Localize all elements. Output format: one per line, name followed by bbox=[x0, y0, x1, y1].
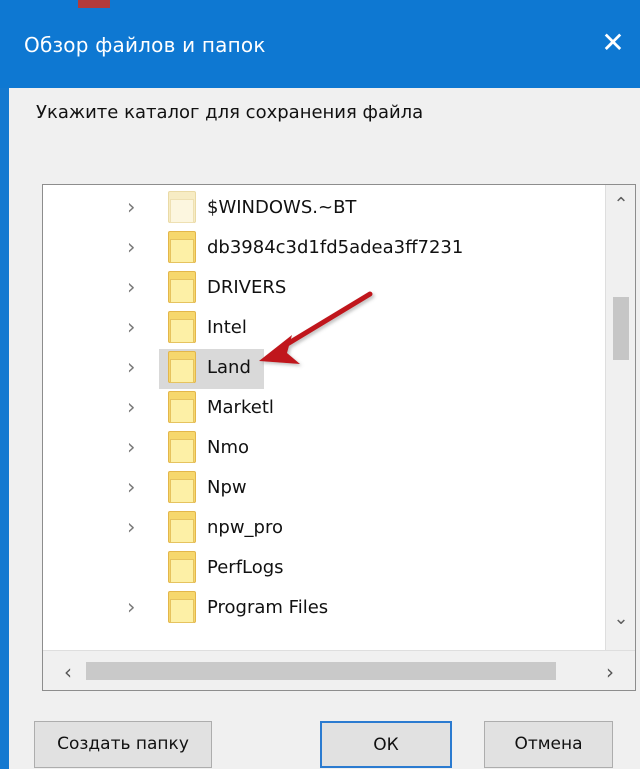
ok-button[interactable]: ОК bbox=[320, 721, 452, 768]
red-tab-decoration bbox=[78, 0, 110, 8]
folder-icon bbox=[168, 551, 196, 583]
chevron-down-icon[interactable]: ⌄ bbox=[613, 610, 629, 628]
folder-icon bbox=[168, 351, 196, 383]
title-bar[interactable]: Обзор файлов и папок ✕ bbox=[0, 0, 640, 88]
horizontal-scroll-thumb[interactable] bbox=[86, 662, 556, 680]
chevron-right-icon[interactable]: › bbox=[127, 517, 141, 538]
folder-icon bbox=[168, 511, 196, 543]
chevron-right-icon[interactable]: › bbox=[127, 397, 141, 418]
chevron-left-icon[interactable]: ‹ bbox=[59, 662, 77, 682]
folder-tree[interactable]: › $WINDOWS.~BT › db3984c3d1fd5adea3ff7231 › D… bbox=[42, 184, 636, 691]
folder-label: npw_pro bbox=[207, 517, 283, 538]
folder-icon bbox=[168, 231, 196, 263]
folder-label: Land bbox=[207, 357, 251, 378]
dialog-title: Обзор файлов и папок bbox=[24, 33, 266, 57]
folder-icon bbox=[168, 471, 196, 503]
browse-folder-dialog: Обзор файлов и папок ✕ Укажите каталог д… bbox=[0, 0, 640, 769]
folder-label: DRIVERS bbox=[207, 277, 287, 298]
vertical-scrollbar[interactable]: ⌃ ⌄ bbox=[605, 185, 635, 650]
horizontal-scrollbar[interactable]: ‹ › bbox=[43, 650, 635, 690]
folder-label: PerfLogs bbox=[207, 557, 284, 578]
folder-icon bbox=[168, 191, 196, 223]
chevron-right-icon[interactable]: › bbox=[127, 437, 141, 458]
folder-icon bbox=[168, 271, 196, 303]
folder-label: Program Files bbox=[207, 597, 329, 618]
vertical-scroll-thumb[interactable] bbox=[613, 297, 629, 360]
folder-tree-item[interactable]: › DRIVERS bbox=[43, 269, 579, 309]
folder-tree-item[interactable]: › Npw bbox=[43, 469, 579, 509]
folder-tree-item[interactable]: › npw_pro bbox=[43, 509, 579, 549]
folder-label: Npw bbox=[207, 477, 247, 498]
folder-tree-item[interactable]: PerfLogs bbox=[43, 549, 579, 589]
cancel-button[interactable]: Отмена bbox=[484, 721, 613, 768]
chevron-right-icon[interactable]: › bbox=[127, 357, 141, 378]
close-button[interactable]: ✕ bbox=[596, 26, 630, 60]
folder-tree-item[interactable]: › Marketl bbox=[43, 389, 579, 429]
folder-icon bbox=[168, 431, 196, 463]
chevron-right-icon[interactable]: › bbox=[127, 197, 141, 218]
dialog-content: Укажите каталог для сохранения файла › $W… bbox=[9, 88, 640, 769]
chevron-right-icon[interactable]: › bbox=[127, 317, 141, 338]
folder-tree-item[interactable]: › Nmo bbox=[43, 429, 579, 469]
dialog-prompt: Укажите каталог для сохранения файла bbox=[36, 102, 424, 123]
folder-label: Marketl bbox=[207, 397, 274, 418]
folder-icon bbox=[168, 591, 196, 623]
close-icon: ✕ bbox=[601, 26, 625, 59]
folder-label: Nmo bbox=[207, 437, 250, 458]
folder-icon bbox=[168, 391, 196, 423]
folder-tree-item[interactable]: › Land bbox=[43, 349, 579, 389]
folder-tree-item[interactable]: › $WINDOWS.~BT bbox=[43, 189, 579, 229]
chevron-right-icon[interactable]: › bbox=[127, 477, 141, 498]
chevron-right-icon[interactable]: › bbox=[601, 662, 619, 682]
folder-label: $WINDOWS.~BT bbox=[207, 197, 357, 218]
chevron-right-icon[interactable]: › bbox=[127, 237, 141, 258]
chevron-up-icon[interactable]: ⌃ bbox=[613, 196, 629, 214]
folder-label: Intel bbox=[207, 317, 247, 338]
folder-tree-item[interactable]: › db3984c3d1fd5adea3ff7231 bbox=[43, 229, 579, 269]
create-folder-button[interactable]: Создать папку bbox=[34, 721, 212, 768]
chevron-right-icon[interactable]: › bbox=[127, 597, 141, 618]
folder-tree-item[interactable]: › Program Files bbox=[43, 589, 579, 629]
folder-label: db3984c3d1fd5adea3ff7231 bbox=[207, 237, 464, 258]
folder-icon bbox=[168, 311, 196, 343]
chevron-right-icon[interactable]: › bbox=[127, 277, 141, 298]
folder-tree-item[interactable]: › Intel bbox=[43, 309, 579, 349]
